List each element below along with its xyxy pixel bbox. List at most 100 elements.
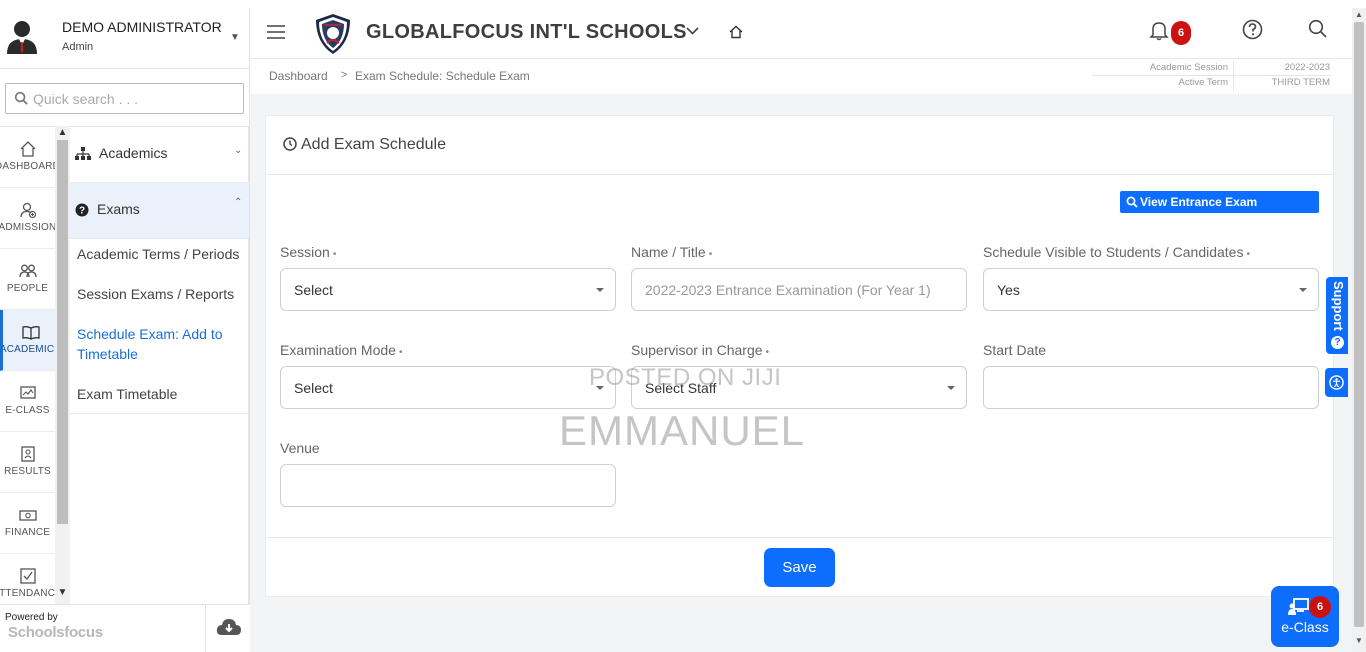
money-icon — [19, 510, 37, 521]
eclass-button[interactable] — [1271, 586, 1339, 647]
chevron-up-icon: ⌃ — [234, 197, 243, 208]
name-title-input[interactable]: 2022-2023 Entrance Examination (For Year… — [631, 268, 967, 311]
rail-label: E-CLASS — [5, 405, 50, 416]
page-scroll-thumb[interactable] — [1354, 22, 1364, 627]
divider — [1092, 75, 1332, 76]
active-term-label: Active Term — [1178, 77, 1228, 88]
breadcrumb-separator: > — [341, 69, 348, 81]
book-icon — [22, 326, 40, 340]
visible-select[interactable]: Yes — [983, 268, 1319, 311]
session-select[interactable]: Select — [280, 268, 616, 311]
rail-label: ATTENDANCE — [0, 588, 55, 599]
caret-down-icon — [1299, 288, 1307, 292]
rail-item-finance[interactable]: FINANCE — [0, 493, 55, 554]
chevron-down-icon[interactable] — [686, 27, 699, 35]
active-term-value: THIRD TERM — [1271, 77, 1330, 88]
rail-scroll-thumb[interactable] — [57, 140, 68, 524]
save-button[interactable]: Save — [764, 548, 835, 587]
rail-item-dashboard[interactable]: DASHBOARD — [0, 127, 55, 188]
visible-select-value: Yes — [997, 282, 1020, 298]
search-icon — [14, 91, 28, 105]
eclass-label: e-Class — [1281, 619, 1329, 635]
home-icon — [20, 141, 36, 157]
rail-item-people[interactable]: PEOPLE — [0, 249, 55, 310]
watermark-line-2: EMMANUEL — [559, 407, 806, 454]
rail-label: ACADEMICS — [0, 344, 55, 355]
start-date-label: Start Date — [983, 342, 1047, 358]
rail-label: FINANCE — [4, 527, 51, 538]
scroll-up-icon[interactable]: ▲ — [55, 127, 70, 138]
name-title-label: Name / Title • — [631, 244, 713, 260]
user-panel[interactable]: DEMO ADMINISTRATOR Admin ▼ — [0, 8, 250, 69]
session-label: Session • — [280, 244, 337, 260]
cloud-download-icon — [216, 619, 241, 635]
help-icon[interactable] — [1242, 19, 1263, 40]
sitemap-icon — [75, 147, 91, 160]
menu-link-academic-terms[interactable]: Academic Terms / Periods — [77, 244, 247, 264]
brand-logo: Schoolsfocus — [8, 624, 103, 641]
hamburger-menu-icon[interactable] — [267, 25, 285, 39]
search-icon[interactable] — [1308, 19, 1328, 39]
menu-link-exam-timetable[interactable]: Exam Timetable — [77, 384, 247, 404]
rail-label: DASHBOARD — [0, 161, 55, 172]
question-icon: ? — [1331, 336, 1344, 349]
menu-link-schedule-exam[interactable]: Schedule Exam: Add to Timetable — [77, 324, 247, 364]
school-logo — [313, 13, 353, 55]
accessibility-button[interactable] — [1325, 368, 1348, 397]
eclass-icon — [1288, 598, 1310, 616]
rail-label: RESULTS — [4, 466, 51, 477]
view-entrance-exam-schedules-button[interactable]: View Entrance Exam Schedules — [1120, 191, 1319, 231]
menu-group-exams[interactable]: ? Exams ⌃ — [70, 183, 249, 239]
bell-icon[interactable] — [1148, 19, 1170, 41]
eclass-icon — [20, 386, 36, 399]
clock-icon — [283, 137, 297, 151]
divider — [265, 174, 1334, 175]
menu-group-label: Academics — [99, 145, 168, 161]
caret-down-icon — [596, 288, 604, 292]
notification-badge: 6 — [1171, 21, 1191, 45]
supervisor-label: Supervisor in Charge • — [631, 342, 770, 358]
menu-group-label: Exams — [97, 201, 140, 217]
breadcrumb-home-link[interactable]: Dashboard — [269, 69, 328, 83]
rail-item-academics[interactable]: ACADEMICS — [0, 310, 55, 371]
search-placeholder: Quick search . . . — [33, 91, 139, 107]
chevron-down-icon[interactable]: ▼ — [230, 32, 240, 43]
user-plus-icon — [20, 202, 37, 219]
rail-item-eclass[interactable]: E-CLASS — [0, 371, 55, 432]
exam-mode-select[interactable]: Select — [280, 366, 616, 409]
exam-mode-select-value: Select — [294, 380, 333, 396]
support-label: Support — [1331, 281, 1346, 331]
chevron-down-icon: ⌄ — [234, 145, 243, 156]
scroll-up-icon[interactable]: ▲ — [1352, 10, 1366, 19]
avatar — [5, 18, 39, 54]
venue-input[interactable] — [280, 464, 616, 507]
rail-item-admission[interactable]: ADMISSION — [0, 188, 55, 249]
people-icon — [19, 264, 37, 278]
watermark-line-1: POSTED ON JIJI — [589, 364, 782, 391]
visible-label: Schedule Visible to Students / Candidate… — [983, 244, 1250, 260]
session-select-value: Select — [294, 282, 333, 298]
venue-label: Venue — [280, 440, 320, 456]
divider — [265, 537, 1334, 538]
svg-text:?: ? — [79, 206, 85, 217]
menu-link-session-exams[interactable]: Session Exams / Reports — [77, 284, 247, 304]
user-role: Admin — [62, 41, 94, 53]
school-name[interactable]: GLOBALFOCUS INT'L SCHOOLS — [366, 21, 687, 44]
menu-group-academics[interactable]: Academics ⌄ — [70, 127, 249, 183]
rail-item-attendance[interactable]: ATTENDANCE — [0, 554, 55, 604]
search-icon — [1126, 196, 1138, 208]
question-circle-icon: ? — [75, 203, 89, 217]
start-date-input[interactable] — [983, 366, 1319, 409]
academic-session-value: 2022-2023 — [1284, 62, 1330, 73]
cloud-download-button[interactable] — [205, 604, 250, 652]
rail-label: ADMISSION — [0, 222, 55, 233]
home-icon[interactable] — [729, 25, 743, 39]
card-title: Add Exam Schedule — [301, 136, 446, 153]
rail-label: PEOPLE — [6, 283, 49, 294]
exam-mode-label: Examination Mode • — [280, 342, 403, 358]
scroll-down-icon[interactable]: ▼ — [55, 587, 70, 598]
search-input[interactable]: Quick search . . . — [5, 83, 244, 114]
scroll-down-icon[interactable]: ▼ — [1352, 636, 1366, 645]
eclass-badge: 6 — [1309, 596, 1331, 618]
rail-item-results[interactable]: RESULTS — [0, 432, 55, 493]
